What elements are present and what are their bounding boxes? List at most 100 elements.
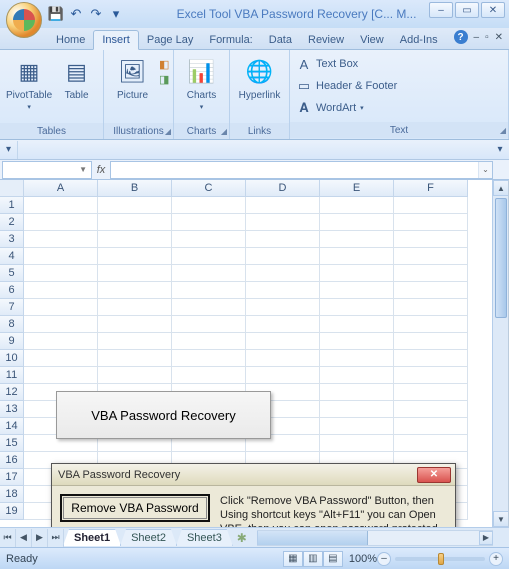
cell[interactable]	[172, 299, 246, 316]
cell[interactable]	[394, 418, 468, 435]
namebox-dropdown-icon[interactable]: ▼	[79, 165, 87, 174]
select-all-corner[interactable]	[0, 180, 24, 197]
col-head-B[interactable]: B	[98, 180, 172, 197]
cell[interactable]	[246, 265, 320, 282]
sheet-tab-3[interactable]: Sheet3	[176, 529, 233, 546]
col-head-C[interactable]: C	[172, 180, 246, 197]
horizontal-scrollbar[interactable]: ◀ ▶	[257, 530, 493, 546]
row-head-8[interactable]: 8	[0, 316, 24, 333]
sheet-tab-1[interactable]: Sheet1	[63, 529, 121, 546]
cell[interactable]	[394, 231, 468, 248]
table-button[interactable]: ▤ Table	[56, 54, 97, 101]
cell[interactable]	[246, 367, 320, 384]
tab-home[interactable]: Home	[48, 31, 93, 49]
cell[interactable]	[394, 435, 468, 452]
cell[interactable]	[98, 367, 172, 384]
cell[interactable]	[320, 384, 394, 401]
cell[interactable]	[320, 401, 394, 418]
cell[interactable]	[246, 316, 320, 333]
cell[interactable]	[24, 299, 98, 316]
zoom-percent[interactable]: 100%	[349, 553, 377, 565]
cell[interactable]	[394, 316, 468, 333]
maximize-button[interactable]: ▭	[455, 2, 479, 18]
cell[interactable]	[320, 435, 394, 452]
headerfooter-button[interactable]: ▭Header & Footer	[296, 76, 502, 96]
cell[interactable]	[24, 197, 98, 214]
cell[interactable]	[172, 367, 246, 384]
row-head-13[interactable]: 13	[0, 401, 24, 418]
row-head-18[interactable]: 18	[0, 486, 24, 503]
ribbon-close-icon[interactable]: ✕	[495, 32, 503, 43]
zoom-out-button[interactable]: –	[377, 552, 391, 566]
cell[interactable]	[98, 316, 172, 333]
cell[interactable]	[172, 197, 246, 214]
cell[interactable]	[320, 418, 394, 435]
cell[interactable]	[24, 282, 98, 299]
close-window-button[interactable]: ✕	[481, 2, 505, 18]
col-head-A[interactable]: A	[24, 180, 98, 197]
textbox-button[interactable]: AText Box	[296, 54, 502, 74]
cell[interactable]	[98, 282, 172, 299]
row-head-1[interactable]: 1	[0, 197, 24, 214]
tab-insert[interactable]: Insert	[93, 30, 139, 50]
cell[interactable]	[394, 299, 468, 316]
tab-page-layout[interactable]: Page Lay	[139, 31, 201, 49]
scroll-up-icon[interactable]: ▲	[493, 180, 509, 196]
minimize-button[interactable]: –	[429, 2, 453, 18]
worksheet-grid[interactable]: ABCDEF12345678910111213141516171819 VBA …	[0, 180, 509, 527]
cell[interactable]	[172, 316, 246, 333]
formula-input[interactable]: ⌄	[110, 161, 493, 179]
cell[interactable]	[24, 231, 98, 248]
cell[interactable]	[98, 197, 172, 214]
fx-icon[interactable]: fx	[92, 164, 110, 176]
sheet-tab-2[interactable]: Sheet2	[120, 529, 177, 546]
cell[interactable]	[394, 197, 468, 214]
save-icon[interactable]: 💾	[48, 6, 64, 22]
cell[interactable]	[98, 299, 172, 316]
sheet-nav-last-icon[interactable]: ⏭	[48, 529, 64, 547]
cell[interactable]	[246, 299, 320, 316]
cell[interactable]	[98, 333, 172, 350]
pivottable-button[interactable]: ▦ PivotTable▾	[6, 54, 52, 113]
redo-icon[interactable]: ↷	[88, 6, 104, 22]
cell[interactable]	[98, 214, 172, 231]
cell[interactable]	[98, 265, 172, 282]
cell[interactable]	[246, 231, 320, 248]
help-icon[interactable]: ?	[454, 30, 468, 44]
row-head-19[interactable]: 19	[0, 503, 24, 520]
cell[interactable]	[320, 282, 394, 299]
tab-review[interactable]: Review	[300, 31, 352, 49]
cell[interactable]	[172, 214, 246, 231]
cell[interactable]	[98, 231, 172, 248]
new-sheet-button[interactable]: ✱	[233, 531, 251, 545]
cell[interactable]	[394, 282, 468, 299]
sheet-nav-prev-icon[interactable]: ◀	[16, 529, 32, 547]
wordart-button[interactable]: 𝐀WordArt ▾	[296, 98, 502, 118]
cell[interactable]	[320, 333, 394, 350]
cell[interactable]	[24, 265, 98, 282]
name-box[interactable]: ▼	[2, 161, 92, 179]
cell[interactable]	[246, 248, 320, 265]
row-head-2[interactable]: 2	[0, 214, 24, 231]
col-head-D[interactable]: D	[246, 180, 320, 197]
cell[interactable]	[394, 333, 468, 350]
cell[interactable]	[246, 197, 320, 214]
row-head-14[interactable]: 14	[0, 418, 24, 435]
cell[interactable]	[98, 248, 172, 265]
tab-data[interactable]: Data	[261, 31, 300, 49]
cell[interactable]	[24, 350, 98, 367]
vscroll-thumb[interactable]	[495, 198, 507, 318]
col-head-F[interactable]: F	[394, 180, 468, 197]
row-head-9[interactable]: 9	[0, 333, 24, 350]
cell[interactable]	[394, 384, 468, 401]
cell[interactable]	[320, 265, 394, 282]
formula-expand-icon[interactable]: ⌄	[478, 162, 492, 178]
row-head-15[interactable]: 15	[0, 435, 24, 452]
dialog-title-bar[interactable]: VBA Password Recovery ✕	[52, 464, 455, 486]
cell[interactable]	[394, 265, 468, 282]
qat-more-icon[interactable]: ▾	[108, 6, 124, 22]
cell[interactable]	[320, 299, 394, 316]
cell[interactable]	[246, 350, 320, 367]
row-head-3[interactable]: 3	[0, 231, 24, 248]
dialog-close-button[interactable]: ✕	[417, 467, 451, 483]
